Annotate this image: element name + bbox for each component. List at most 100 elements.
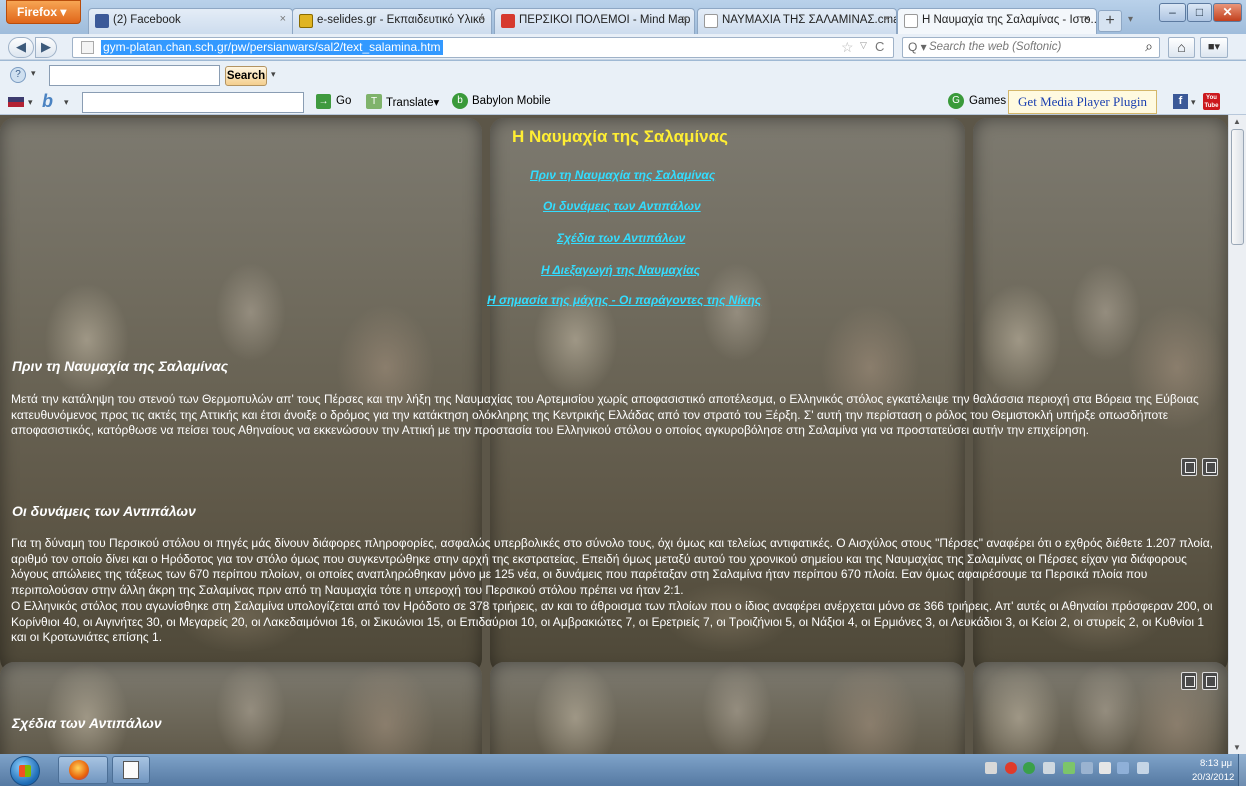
go-arrow-icon[interactable]: →: [316, 94, 331, 109]
youtube-icon[interactable]: You Tube: [1203, 93, 1220, 110]
games-button[interactable]: Games: [969, 95, 1006, 107]
close-icon[interactable]: ×: [479, 13, 485, 25]
background-tile: [0, 662, 482, 754]
firefox-menu-button[interactable]: Firefox ▾: [6, 0, 81, 24]
window-maximize-button[interactable]: □: [1187, 3, 1212, 22]
close-icon[interactable]: ×: [682, 13, 688, 25]
start-button[interactable]: [10, 756, 40, 786]
page-icon: [704, 14, 718, 28]
translate-icon[interactable]: T: [366, 94, 382, 109]
tab-label: Η Ναυμαχία της Σαλαμίνας - Ιστο...: [922, 14, 1097, 26]
go-button[interactable]: Go: [336, 95, 351, 107]
volume-icon[interactable]: [1099, 762, 1111, 774]
search-input[interactable]: Search the web (Softonic): [929, 41, 1061, 53]
print-icon[interactable]: [1181, 458, 1197, 476]
addon-menu-button[interactable]: ■▾: [1200, 37, 1228, 58]
home-icon: ⌂: [1177, 39, 1186, 55]
window-close-button[interactable]: ✕: [1213, 3, 1242, 22]
url-text[interactable]: gym-platan.chan.sch.gr/pw/persianwars/sa…: [101, 40, 443, 55]
close-icon[interactable]: ×: [1084, 13, 1090, 25]
facebook-icon: [95, 14, 109, 28]
toolbar-logo-icon[interactable]: ?: [10, 67, 26, 83]
url-history-dropdown-icon[interactable]: ▽: [860, 40, 867, 51]
print-icon[interactable]: [1181, 672, 1197, 690]
new-tab-button[interactable]: +: [1098, 10, 1122, 32]
site-identity-icon[interactable]: [81, 41, 94, 54]
clock-time[interactable]: 8:13 μμ: [1200, 758, 1232, 769]
section-paragraph: Ο Ελληνικός στόλος που αγωνίσθηκε στη Σα…: [11, 599, 1213, 644]
keyboard-icon[interactable]: [985, 762, 997, 774]
search-icon[interactable]: ⌕: [1145, 38, 1153, 55]
babylon-mobile-button[interactable]: Babylon Mobile: [472, 95, 551, 107]
background-tile: [490, 662, 965, 754]
save-icon[interactable]: [1202, 672, 1218, 690]
opera-icon[interactable]: [1005, 762, 1017, 774]
windows-taskbar: 8:13 μμ 20/3/2012: [0, 754, 1246, 786]
vertical-scrollbar[interactable]: ▲ ▼: [1228, 115, 1246, 754]
media-player-plugin-button[interactable]: Get Media Player Plugin: [1008, 90, 1157, 114]
facebook-icon[interactable]: f: [1173, 94, 1188, 109]
chevron-down-icon[interactable]: ▾: [31, 68, 36, 79]
close-icon[interactable]: ×: [884, 13, 890, 25]
window-minimize-button[interactable]: –: [1159, 3, 1186, 22]
mindmap-icon: [501, 14, 515, 28]
tab-label: ΠΕΡΣΙΚΟΙ ΠΟΛΕΜΟΙ - Mind Map: [519, 14, 691, 26]
taskbar-notepad-button[interactable]: [112, 756, 150, 784]
tab-naumaxia-cma[interactable]: ΝΑΥΜΑΧΙΑ ΤΗΣ ΣΑΛΑΜΙΝΑΣ.cma... ×: [697, 8, 897, 34]
taskbar-firefox-button[interactable]: [58, 756, 108, 784]
forward-button[interactable]: ▶: [35, 37, 57, 58]
network-signal-icon[interactable]: [1043, 762, 1055, 774]
network-icon[interactable]: [1081, 762, 1093, 774]
games-icon[interactable]: G: [948, 93, 964, 109]
close-icon[interactable]: ×: [280, 13, 286, 25]
toc-link-plans[interactable]: Σχέδια των Αντιπάλων: [557, 231, 685, 245]
section-paragraph: Μετά την κατάληψη του στενού των Θερμοπυ…: [11, 392, 1199, 437]
notepad-icon: [123, 761, 139, 779]
babylon-tray-icon[interactable]: [1023, 762, 1035, 774]
babylon-logo-icon[interactable]: b: [42, 91, 53, 112]
tab-label: ΝΑΥΜΑΧΙΑ ΤΗΣ ΣΑΛΑΜΙΝΑΣ.cma...: [722, 14, 897, 26]
tab-list-button[interactable]: ▾: [1128, 10, 1142, 30]
toc-link-conduct[interactable]: Η Διεξαγωγή της Ναυμαχίας: [541, 263, 700, 277]
tab-mind-map[interactable]: ΠΕΡΣΙΚΟΙ ΠΟΛΕΜΟΙ - Mind Map ×: [494, 8, 695, 34]
toolbar-search-input[interactable]: [49, 65, 220, 86]
toolbar-search-button[interactable]: Search: [225, 66, 267, 86]
bookmark-star-icon[interactable]: ☆: [841, 39, 854, 56]
reload-icon[interactable]: C: [875, 39, 884, 54]
babylon-toolbar: ▾ b ▾ → Go T Translate▾ b Babylon Mobile…: [0, 89, 1246, 115]
language-icon[interactable]: [1117, 762, 1129, 774]
clock-date[interactable]: 20/3/2012: [1192, 772, 1234, 783]
toc-link-forces[interactable]: Οι δυνάμεις των Αντιπάλων: [543, 199, 701, 213]
save-icon[interactable]: [1202, 458, 1218, 476]
web-search-box[interactable]: Q ▾ Search the web (Softonic) ⌕: [902, 37, 1160, 58]
translate-button[interactable]: Translate▾: [386, 95, 439, 109]
back-button[interactable]: ◀: [8, 37, 34, 58]
tab-facebook[interactable]: (2) Facebook ×: [88, 8, 293, 34]
chevron-down-icon[interactable]: ▾: [1191, 97, 1196, 108]
action-center-icon[interactable]: [1137, 762, 1149, 774]
browser-titlebar: Firefox ▾ (2) Facebook × e-selides.gr - …: [0, 0, 1246, 35]
tab-e-selides[interactable]: e-selides.gr - Εκπαιδευτικό Υλικό ×: [292, 8, 492, 34]
url-bar[interactable]: gym-platan.chan.sch.gr/pw/persianwars/sa…: [72, 37, 894, 58]
chevron-down-icon[interactable]: ▾: [28, 97, 33, 108]
chevron-down-icon[interactable]: ▾: [271, 69, 276, 80]
tab-salamina-active[interactable]: Η Ναυμαχία της Σαλαμίνας - Ιστο... ×: [897, 8, 1097, 35]
page-title: Η Ναυμαχία της Σαλαμίνας: [512, 127, 728, 146]
book-icon: [299, 14, 313, 28]
show-desktop-button[interactable]: [1238, 754, 1246, 786]
babylon-mobile-icon[interactable]: b: [452, 93, 468, 109]
toc-link-before-battle[interactable]: Πριν τη Ναυμαχία της Σαλαμίνας: [530, 168, 715, 182]
tab-label: (2) Facebook: [113, 14, 181, 26]
babylon-search-input[interactable]: [82, 92, 304, 113]
scroll-up-arrow-icon[interactable]: ▲: [1233, 117, 1241, 126]
search-toolbar: ? ▾ Search ▾: [0, 61, 1246, 89]
scrollbar-thumb[interactable]: [1231, 129, 1244, 245]
toc-link-significance[interactable]: Η σημασία της μάχης - Οι παράγοντες της …: [487, 293, 761, 307]
us-flag-icon[interactable]: [8, 97, 24, 107]
tray-app-icon[interactable]: [1063, 762, 1075, 774]
home-button[interactable]: ⌂: [1168, 37, 1195, 58]
search-engine-selector-icon[interactable]: Q ▾: [908, 40, 927, 54]
page-viewport: Η Ναυμαχία της Σαλαμίνας Πριν τη Ναυμαχί…: [0, 115, 1228, 754]
scroll-down-arrow-icon[interactable]: ▼: [1233, 743, 1241, 752]
chevron-down-icon[interactable]: ▾: [64, 97, 69, 108]
